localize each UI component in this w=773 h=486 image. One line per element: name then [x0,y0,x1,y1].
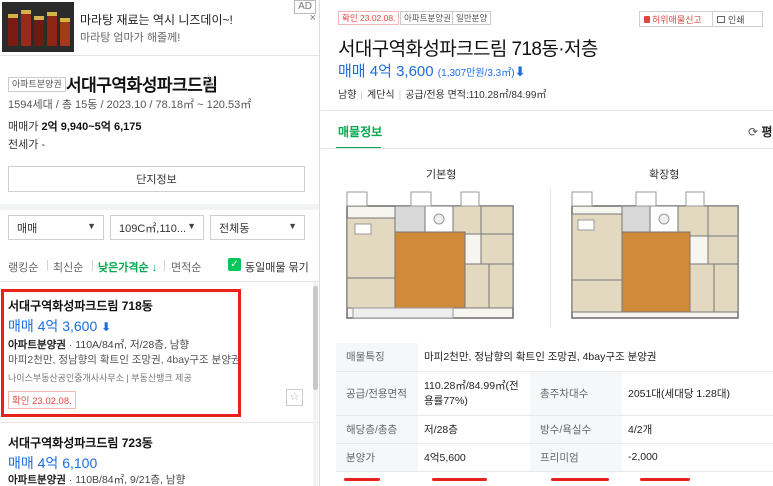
table-header-cell: 방수/욕실수 [530,415,622,444]
siren-icon [644,15,650,23]
listing-info-table: 매물특징 마피2천만, 정남향의 확트인 조망권, 4bay구조 분양권 공급/… [336,343,773,472]
sale-type-badge: 일반분양 [452,11,492,25]
ad-product-image[interactable] [2,2,74,52]
table-value-cell: 2051대(세대당 1.28대) [622,371,773,416]
table-value-cell: 저/28층 [418,415,530,444]
chevron-down-icon: ▼ [87,221,96,231]
table-value-cell: 4억5,600 [418,443,530,472]
divider [321,110,773,111]
detail-meta: 남향 | 계단식 | 공급/전용 면적:110.28㎡/84.99㎡ [338,90,547,101]
chevron-down-icon: ▼ [187,221,196,231]
ad-banner[interactable]: 마라탕 재료는 역시 니즈데이~! 마라탕 엄마가 해줄께! AD × [0,0,319,56]
table-header-cell: 공급/전용면적 [336,371,418,416]
ad-close-icon[interactable]: × [310,12,316,24]
highlight-underline [432,478,487,481]
refresh-icon: ⟳ [748,125,759,139]
table-row: 해당층/총층 저/28층 방수/욕실수 4/2개 [336,415,773,444]
table-value-cell: 마피2천만, 정남향의 확트인 조망권, 4bay구조 분양권 [418,343,773,372]
highlight-underline [344,478,380,481]
detail-title: 서대구역화성파크드림 718동·저층 [338,39,598,60]
sort-area[interactable]: 면적순 [171,259,201,275]
section-divider [0,204,319,210]
sort-latest[interactable]: 최신순 [53,259,83,275]
highlight-underline [551,478,609,481]
printer-icon [717,15,725,23]
floorplan-basic-label: 기본형 [426,169,457,181]
table-header-cell: 매물특징 [336,343,418,372]
table-row: 매물특징 마피2천만, 정남향의 확트인 조망권, 4bay구조 분양권 [336,343,773,372]
complex-price: 매매가 2억 9,940~5억 6,175 [8,118,142,134]
listing-spec-detail: · 110B/84㎡, 9/21층, 남향 [65,474,186,486]
ad-title[interactable]: 마라탕 재료는 역시 니즈데이~! [80,11,233,28]
table-value-cell: 4/2개 [622,415,773,444]
complex-info-button[interactable]: 단지정보 [8,166,305,192]
favorite-star-icon[interactable]: ☆ [201,71,216,91]
trade-type-select[interactable]: 매매 ▼ [8,215,104,240]
floorplan-basic-image[interactable] [341,188,519,326]
detail-price: 매매 4억 3,600 (1,307만원/3.3㎡)⬇ [338,60,525,81]
listing-spec: 아파트분양권 · 110B/84㎡, 9/21층, 남향 [8,472,185,486]
floorplan-extended-label: 확장형 [649,169,680,181]
print-button[interactable]: 인쇄 [713,11,763,27]
price-label: 매매가 [8,121,39,133]
complex-type-badge: 아파트분양권 [8,77,66,92]
table-header-cell: 해당층/총층 [336,415,418,444]
favorite-star-icon[interactable]: ☆ [286,389,303,406]
detail-price-value: 매매 4억 3,600 [338,63,434,80]
price-down-arrow-icon: ⬇ [514,64,526,79]
area-info: 공급/전용 면적:110.28㎡/84.99㎡ [405,90,547,101]
listing-type: 아파트분양권 [8,474,66,486]
sort-separator: | [163,259,166,271]
sort-ranking[interactable]: 랭킹순 [8,259,38,275]
report-fake-listing-button[interactable]: 허위매물신고 [639,11,713,27]
divider [321,148,773,149]
table-row: 공급/전용면적 110.28㎡/84.99㎡(전용률77%) 총주차대수 205… [336,371,773,416]
sort-separator: | [91,259,94,271]
dong-select[interactable]: 전체동 ▼ [210,215,305,240]
direction: 남향 [338,90,357,101]
group-same-label[interactable]: 동일매물 묶기 [245,259,309,275]
price-per-area: (1,307만원/3.3㎡) [437,68,515,79]
complex-name: 서대구역화성파크드림 [66,76,218,95]
list-divider [0,281,319,282]
table-value-cell: -2,000 [622,443,773,472]
dong-value: 전체동 [219,222,250,235]
table-row: 분양가 4억5,600 프리미엄 -2,000 [336,443,773,472]
list-divider [0,422,319,423]
detail-panel: 확인 23.02.08. 아파트분양권 일반분양 허위매물신고 인쇄 서대구역화… [321,0,773,486]
area-value: 109C㎡,110... [119,222,187,235]
price-range: 2억 9,940~5억 6,175 [41,121,142,133]
listing-panel: 마라탕 재료는 역시 니즈데이~! 마라탕 엄마가 해줄께! AD × 아파트분… [0,0,320,486]
structure: 계단식 [367,90,395,101]
table-header-cell: 프리미엄 [530,443,622,472]
trade-type-value: 매매 [17,222,38,235]
highlight-box [1,289,241,417]
sort-separator: | [46,259,49,271]
listing-title[interactable]: 서대구역화성파크드림 723동 [8,434,153,451]
property-type-badge: 아파트분양권 [400,11,455,25]
tab-area-label: 평 [761,125,773,139]
complex-meta: 1594세대 / 총 15동 / 2023.10 / 78.18㎡ ~ 120.… [8,99,252,111]
listing-price: 매매 4억 6,100 [8,455,98,471]
area-select[interactable]: 109C㎡,110... ▼ [110,215,204,240]
print-label: 인쇄 [728,14,745,25]
complex-rent-price: 전세가 - [8,139,46,151]
tab-listing-info[interactable]: 매물정보 [338,123,382,140]
group-same-checkbox[interactable]: ✓ [228,258,241,271]
table-value-cell: 110.28㎡/84.99㎡(전용률77%) [418,371,530,416]
sort-low-price[interactable]: 낮은가격순 ↓ [98,259,157,275]
report-label: 허위매물신고 [652,14,702,25]
confirm-date-badge: 확인 23.02.08. [338,11,400,25]
floorplan-extended-image[interactable] [566,188,744,326]
chevron-down-icon: ▼ [288,221,297,231]
highlight-underline [640,478,690,481]
scrollbar-thumb[interactable] [313,286,318,390]
table-header-cell: 분양가 [336,443,418,472]
table-header-cell: 총주차대수 [530,371,622,416]
tab-area-toggle[interactable]: ⟳ 평 [748,123,772,140]
ad-subtitle[interactable]: 마라탕 엄마가 해줄께! [80,29,180,45]
floorplan-divider [550,188,551,328]
